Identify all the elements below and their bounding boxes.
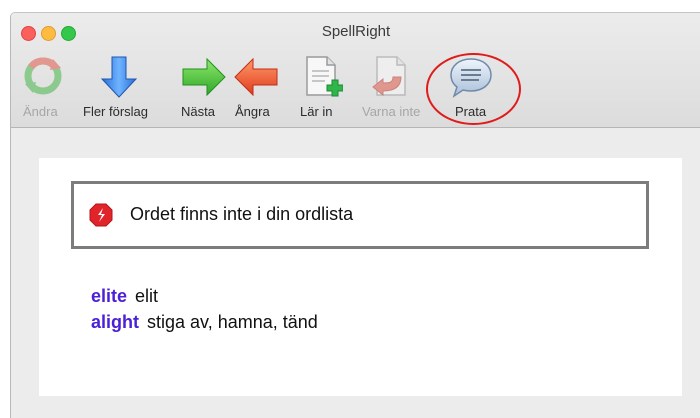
change-icon <box>23 55 63 97</box>
suggestion-item[interactable]: alight stiga av, hamna, tänd <box>91 309 318 335</box>
stop-sign-icon <box>89 203 113 232</box>
arrow-down-icon <box>99 55 139 99</box>
next-label: Nästa <box>181 104 215 119</box>
arrow-left-icon <box>233 55 279 99</box>
window-title: SpellRight <box>321 23 391 40</box>
more-suggestions-label: Fler förslag <box>83 104 149 119</box>
suggestion-word[interactable]: elite <box>91 286 127 306</box>
undo-label: Ångra <box>235 104 270 119</box>
ignore-label: Varna inte <box>362 104 421 119</box>
spellright-window: SpellRight Ändra Fler förslag Nästa Ångr… <box>10 12 700 418</box>
suggestion-translation: elit <box>135 286 159 306</box>
result-panel: Ordet finns inte i din ordlista elite eli… <box>39 158 682 396</box>
add-document-icon <box>303 55 343 101</box>
suggestion-item[interactable]: elite elit <box>91 283 318 309</box>
status-message-box: Ordet finns inte i din ordlista <box>71 181 649 249</box>
arrow-right-icon <box>181 55 227 99</box>
ignore-document-icon <box>371 55 411 101</box>
suggestion-list: elite elit alight stiga av, hamna, tänd <box>91 283 318 335</box>
status-message-text: Ordet finns inte i din ordlista <box>130 204 354 224</box>
learn-label: Lär in <box>300 104 333 119</box>
more-suggestions-button[interactable]: Fler förslag <box>83 55 148 121</box>
change-button[interactable]: Ändra <box>23 55 63 121</box>
suggestion-word[interactable]: alight <box>91 312 139 332</box>
undo-button[interactable]: Ångra <box>233 55 279 121</box>
suggestion-translation: stiga av, hamna, tänd <box>147 312 318 332</box>
next-button[interactable]: Nästa <box>181 55 227 121</box>
change-label: Ändra <box>23 104 58 119</box>
highlight-circle <box>426 53 521 125</box>
learn-button[interactable]: Lär in <box>300 55 343 121</box>
titlebar-toolbar: SpellRight Ändra Fler förslag Nästa Ångr… <box>11 13 700 128</box>
ignore-button[interactable]: Varna inte <box>362 55 420 121</box>
